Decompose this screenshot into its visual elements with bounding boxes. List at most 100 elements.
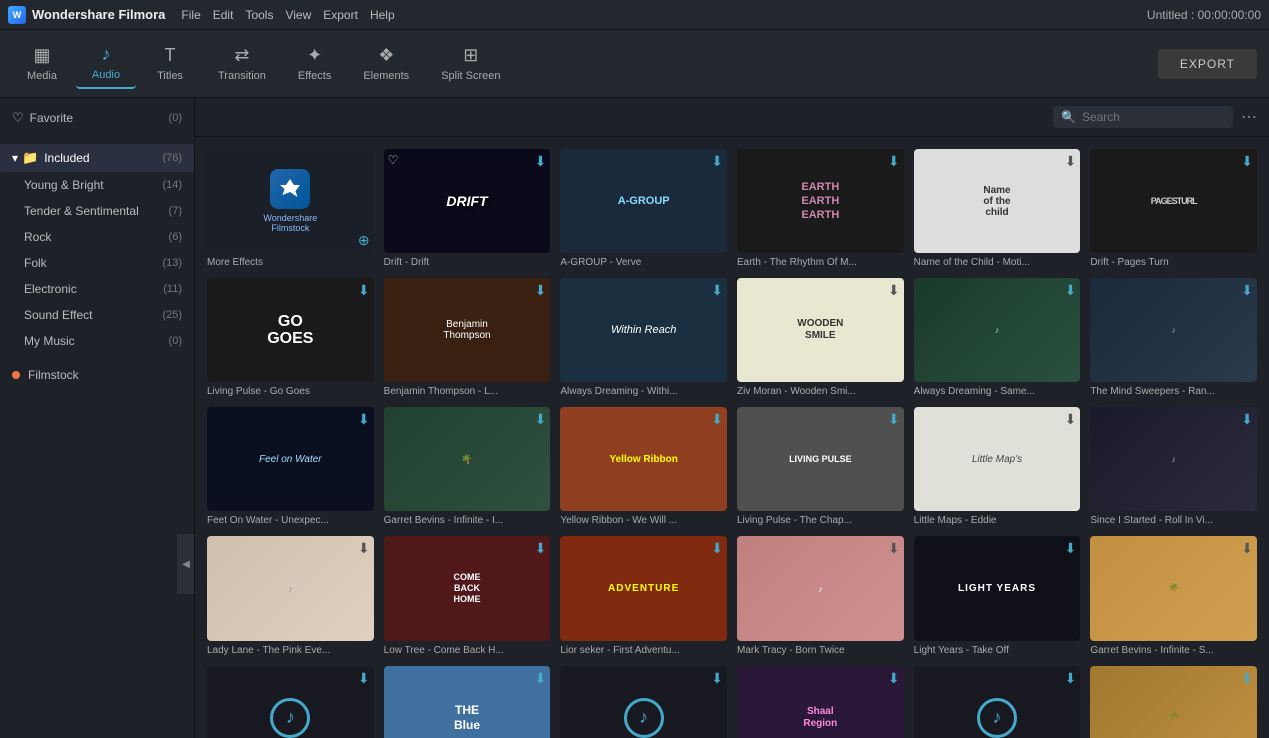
tool-transition[interactable]: ⇄ Transition: [204, 39, 280, 88]
download-icon: ⬇: [888, 411, 900, 428]
effects-icon: ✦: [307, 45, 322, 66]
audio-icon: ♪: [102, 44, 111, 65]
tool-audio[interactable]: ♪ Audio: [76, 38, 136, 89]
sidebar-item-my-music[interactable]: My Music (0): [8, 328, 194, 354]
grid-item-mind-sweepers[interactable]: ♪ ⬇ The Mind Sweepers - Ran...: [1090, 278, 1257, 397]
grid-item-wooden-smile[interactable]: WOODENSMILE ⬇ Ziv Moran - Wooden Smi...: [737, 278, 904, 397]
my-music-label: My Music: [24, 334, 169, 348]
grid-item-name-child[interactable]: Nameof thechild ⬇ Name of the Child - Mo…: [914, 149, 1081, 268]
grid-item-earth[interactable]: EARTHEARTHEARTH ⬇ Earth - The Rhythm Of …: [737, 149, 904, 268]
download-icon: ⬇: [1065, 670, 1077, 687]
grid-item-little-maps-eddie[interactable]: Little Map's ⬇ Little Maps - Eddie: [914, 407, 1081, 526]
export-button[interactable]: EXPORT: [1158, 49, 1257, 79]
grid-item-mark-tracy[interactable]: ♪ ⬇ Mark Tracy - Born Twice: [737, 536, 904, 655]
grid-item-garret-bevins-1[interactable]: 🌴 ⬇ Garret Bevins - Infinite - I...: [384, 407, 551, 526]
grid-item-transition-swoosh[interactable]: ♪ ⬇ Transition Swoosh: [560, 666, 727, 738]
grid-view-icon[interactable]: ⋯: [1241, 107, 1257, 127]
sidebar-item-electronic[interactable]: Electronic (11): [8, 276, 194, 302]
download-icon: ⬇: [888, 282, 900, 299]
download-icon: ⬇: [1241, 411, 1253, 428]
grid-item-lady-lane[interactable]: ♪ ⬇ Lady Lane - The Pink Eve...: [207, 536, 374, 655]
tool-elements[interactable]: ❖ Elements: [349, 39, 423, 88]
favorite-label: Favorite: [30, 111, 169, 125]
grid-item-atomic-bomb[interactable]: ♪ ⬇ Atomic Bomb: [207, 666, 374, 738]
search-input[interactable]: [1082, 110, 1225, 124]
sidebar-item-filmstock[interactable]: Filmstock: [0, 360, 194, 390]
effects-label: Effects: [298, 70, 331, 82]
elements-icon: ❖: [378, 45, 394, 66]
grid-item-sand[interactable]: 🌴 ⬇ Sand - Takes Me To the L...: [1090, 666, 1257, 738]
grid-item-living-pulse-chap[interactable]: LIVING PULSE ⬇ Living Pulse - The Chap..…: [737, 407, 904, 526]
caption-low-tree-come: Low Tree - Come Back H...: [384, 645, 551, 656]
tool-titles[interactable]: T Titles: [140, 39, 200, 88]
grid-item-since-started[interactable]: ♪ ⬇ Since I Started - Roll In Vi...: [1090, 407, 1257, 526]
grid-item-little-maps-out[interactable]: THEBlue ⬇ Little Maps - Out The Blue: [384, 666, 551, 738]
rock-label: Rock: [24, 230, 169, 244]
download-icon: ⬇: [1065, 411, 1077, 428]
caption-yellow-ribbon: Yellow Ribbon - We Will ...: [560, 515, 727, 526]
top-bar: W Wondershare Filmora File Edit Tools Vi…: [0, 0, 1269, 30]
titles-label: Titles: [157, 70, 183, 82]
menu-help[interactable]: Help: [370, 8, 395, 22]
young-bright-count: (14): [162, 179, 182, 191]
tool-splitscreen[interactable]: ⊞ Split Screen: [427, 39, 514, 88]
grid-item-always-same[interactable]: ♪ ⬇ Always Dreaming - Same...: [914, 278, 1081, 397]
download-icon: ⬇: [1241, 282, 1253, 299]
sidebar-item-folk[interactable]: Folk (13): [8, 250, 194, 276]
caption-always-same: Always Dreaming - Same...: [914, 386, 1081, 397]
electronic-label: Electronic: [24, 282, 163, 296]
search-box[interactable]: 🔍: [1053, 106, 1233, 128]
caption-little-maps-eddie: Little Maps - Eddie: [914, 515, 1081, 526]
grid-item-lior-seker[interactable]: ADVENTURE ⬇ Lior seker - First Adventu..…: [560, 536, 727, 655]
caption-lady-lane: Lady Lane - The Pink Eve...: [207, 645, 374, 656]
grid-item-feet-water[interactable]: Feel on Water ⬇ Feet On Water - Unexpec.…: [207, 407, 374, 526]
heart-icon: ♡: [388, 153, 399, 167]
tool-effects[interactable]: ✦ Effects: [284, 39, 345, 88]
download-icon: ⬇: [535, 411, 547, 428]
grid-item-shaal-region[interactable]: ShaalRegion ⬇ Low Tree - Shaal Region: [737, 666, 904, 738]
sidebar-item-young-bright[interactable]: Young & Bright (14): [8, 172, 194, 198]
sidebar-item-rock[interactable]: Rock (6): [8, 224, 194, 250]
grid-item-living-pulse-goes[interactable]: GOGOES ⬇ Living Pulse - Go Goes: [207, 278, 374, 397]
grid-item-yellow-ribbon[interactable]: Yellow Ribbon ⬇ Yellow Ribbon - We Will …: [560, 407, 727, 526]
grid-item-a-group-verve[interactable]: A-GROUP ⬇ A-GROUP - Verve: [560, 149, 727, 268]
download-icon: ⬇: [358, 282, 370, 299]
download-icon: ⬇: [888, 153, 900, 170]
sidebar-toggle-button[interactable]: ◀: [177, 534, 195, 594]
folder-icon: 📁: [22, 150, 38, 166]
grid-item-garret-bevins-2[interactable]: 🌴 ⬇ Garret Bevins - Infinite - S...: [1090, 536, 1257, 655]
caption-mark-tracy: Mark Tracy - Born Twice: [737, 645, 904, 656]
sidebar-item-tender[interactable]: Tender & Sentimental (7): [8, 198, 194, 224]
caption-drift-drift: Drift - Drift: [384, 257, 551, 268]
sidebar-item-sound-effect[interactable]: Sound Effect (25): [8, 302, 194, 328]
menu-edit[interactable]: Edit: [213, 8, 234, 22]
caption-mind-sweepers: The Mind Sweepers - Ran...: [1090, 386, 1257, 397]
folk-count: (13): [162, 257, 182, 269]
add-icon-more-effects: ⊕: [358, 232, 370, 249]
grid-item-low-tree-come[interactable]: COMEBACKHOME ⬇ Low Tree - Come Back H...: [384, 536, 551, 655]
download-icon: ⬇: [888, 540, 900, 557]
grid-item-cinematic-horn[interactable]: ♪ ⬇ Cinematic Horn: [914, 666, 1081, 738]
sidebar-item-favorite[interactable]: ♡ Favorite (0): [0, 104, 194, 132]
folk-label: Folk: [24, 256, 162, 270]
menu-view[interactable]: View: [285, 8, 311, 22]
sidebar-item-included[interactable]: ▾ 📁 Included (76): [0, 144, 194, 172]
grid-item-more-effects[interactable]: WondershareFilmstock ⊕ More Effects: [207, 149, 374, 268]
caption-wooden-smile: Ziv Moran - Wooden Smi...: [737, 386, 904, 397]
tool-media[interactable]: ▦ Media: [12, 39, 72, 88]
transition-icon: ⇄: [234, 45, 249, 66]
menu-file[interactable]: File: [181, 8, 200, 22]
grid-item-benjamin[interactable]: BenjaminThompson ⬇ Benjamin Thompson - L…: [384, 278, 551, 397]
grid-item-drift-pages[interactable]: PAGESTURL ⬇ Drift - Pages Turn: [1090, 149, 1257, 268]
menu-tools[interactable]: Tools: [245, 8, 273, 22]
heart-icon: ♡: [12, 110, 24, 126]
download-icon: ⬇: [1065, 153, 1077, 170]
media-icon: ▦: [33, 45, 50, 66]
menu-export[interactable]: Export: [323, 8, 358, 22]
grid-item-within-reach[interactable]: Within Reach ⬇ Always Dreaming - Withi..…: [560, 278, 727, 397]
menu-bar: File Edit Tools View Export Help: [181, 8, 394, 22]
download-icon: ⬇: [711, 411, 723, 428]
rock-count: (6): [169, 231, 182, 243]
grid-item-light-years[interactable]: LIGHT YEARS ⬇ Light Years - Take Off: [914, 536, 1081, 655]
grid-item-drift-drift[interactable]: DRIFT ⬇ ♡ Drift - Drift: [384, 149, 551, 268]
